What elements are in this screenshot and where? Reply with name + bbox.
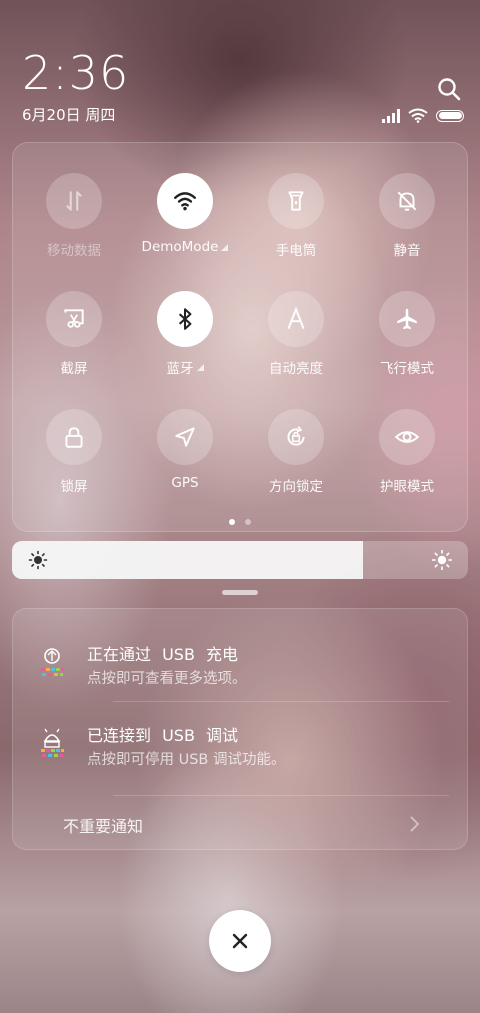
tile-label: 静音	[394, 239, 421, 259]
airplane-icon	[397, 308, 417, 330]
tile-label-text: 自动亮度	[269, 361, 323, 377]
page-dot-1[interactable]	[229, 519, 235, 525]
quick-settings-panel: 移动数据 DemoMode 手电筒 静音截屏 蓝牙 自动亮度 飞行模式锁屏 GPS 方向锁定 护眼…	[12, 142, 468, 532]
close-icon	[232, 933, 248, 949]
tile-button[interactable]	[46, 173, 102, 229]
tile-label-text: 飞行模式	[380, 361, 434, 377]
notification-title: 正在通过 USB 充电	[87, 645, 239, 664]
tile-label: 护眼模式	[380, 475, 434, 495]
auto-brightness-icon	[287, 306, 305, 330]
tile-button[interactable]	[379, 291, 435, 347]
android-debug-icon	[41, 728, 64, 757]
tile-label-text: 静音	[393, 243, 421, 259]
tile-label-text: 锁屏	[60, 479, 88, 495]
notification-title: 已连接到 USB 调试	[87, 726, 239, 745]
screenshot-icon	[64, 309, 84, 328]
clock[interactable]: 2:36	[22, 48, 129, 98]
tile-label: 手电筒	[276, 239, 317, 259]
drag-handle[interactable]	[222, 590, 258, 595]
tile-label-text: 截屏	[60, 361, 88, 377]
chevron-right-icon[interactable]	[407, 815, 421, 833]
tile-mobile-data[interactable]: 移动数据	[19, 173, 129, 273]
brightness-high-icon	[432, 550, 452, 570]
tile-label: 自动亮度	[269, 357, 323, 377]
tile-label-text: 移动数据	[47, 243, 101, 259]
lock-icon	[65, 427, 83, 448]
divider	[113, 701, 449, 702]
tile-button[interactable]	[268, 409, 324, 465]
tile-button[interactable]	[46, 409, 102, 465]
tile-button[interactable]	[46, 291, 102, 347]
brightness-slider[interactable]	[12, 541, 468, 579]
tile-label: 方向锁定	[269, 475, 323, 495]
tile-button[interactable]	[379, 173, 435, 229]
tile-wifi[interactable]: DemoMode	[130, 173, 240, 273]
notification-subtitle: 点按即可停用 USB 调试功能。	[87, 752, 286, 768]
tile-mute-bell[interactable]: 静音	[352, 173, 462, 273]
tile-label-text: 蓝牙	[166, 361, 194, 377]
tile-label: 锁屏	[61, 475, 88, 495]
unimportant-notifications-label[interactable]: 不重要通知	[63, 813, 143, 837]
tile-label-text: 手电筒	[275, 243, 317, 259]
tile-button[interactable]	[268, 173, 324, 229]
tile-label: GPS	[171, 475, 198, 491]
tile-label: 移动数据	[47, 239, 101, 259]
wifi-icon	[174, 192, 196, 211]
tile-airplane[interactable]: 飞行模式	[352, 291, 462, 391]
tile-label: 飞行模式	[380, 357, 434, 377]
tile-gps[interactable]: GPS	[130, 409, 240, 509]
tile-bluetooth[interactable]: 蓝牙	[130, 291, 240, 391]
wifi-status-icon	[408, 108, 428, 123]
tile-button[interactable]	[268, 291, 324, 347]
tile-button[interactable]	[157, 291, 213, 347]
clear-all-button[interactable]	[209, 910, 271, 972]
battery-icon	[436, 109, 464, 122]
tile-auto-brightness[interactable]: 自动亮度	[241, 291, 351, 391]
divider	[113, 795, 449, 796]
tile-label: 截屏	[61, 357, 88, 377]
status-header: 2:36 6月20日 周四	[22, 48, 129, 125]
tile-label: 蓝牙	[167, 357, 204, 377]
tile-eye[interactable]: 护眼模式	[352, 409, 462, 509]
page-dot-2[interactable]	[245, 519, 251, 525]
date[interactable]: 6月20日 周四	[22, 104, 129, 125]
tile-label-text: DemoMode	[141, 239, 219, 255]
notification-usb-debugging[interactable]: 已连接到 USB 调试 点按即可停用 USB 调试功能。	[13, 720, 467, 790]
rotation-lock-icon	[287, 426, 305, 446]
tile-screenshot[interactable]: 截屏	[19, 291, 129, 391]
bluetooth-icon	[178, 308, 192, 330]
android-system-icon	[41, 648, 64, 676]
notification-subtitle: 点按即可查看更多选项。	[87, 671, 247, 687]
gps-icon	[175, 427, 195, 447]
tile-flashlight[interactable]: 手电筒	[241, 173, 351, 273]
page-indicator	[13, 519, 467, 525]
notification-panel: 正在通过 USB 充电 点按即可查看更多选项。 已连接到 USB 调试 点按即可…	[12, 608, 468, 850]
search-icon[interactable]	[436, 76, 462, 102]
tile-label: DemoMode	[142, 239, 229, 255]
system-icons	[382, 108, 464, 123]
tile-label-text: 护眼模式	[380, 479, 434, 495]
signal-icon	[382, 108, 400, 123]
tile-button[interactable]	[157, 409, 213, 465]
tile-label-text: 方向锁定	[269, 479, 323, 495]
eye-icon	[394, 431, 420, 443]
brightness-fill	[12, 541, 364, 579]
expand-arrow-icon[interactable]	[196, 363, 204, 371]
notification-usb-charging[interactable]: 正在通过 USB 充电 点按即可查看更多选项。	[13, 639, 467, 709]
mute-bell-icon	[397, 191, 417, 211]
tile-lock[interactable]: 锁屏	[19, 409, 129, 509]
brightness-low-icon	[28, 550, 48, 570]
tile-rotation-lock[interactable]: 方向锁定	[241, 409, 351, 509]
flashlight-icon	[288, 191, 304, 211]
tile-button[interactable]	[157, 173, 213, 229]
expand-arrow-icon[interactable]	[221, 243, 229, 251]
tile-label-text: GPS	[171, 475, 199, 491]
tile-button[interactable]	[379, 409, 435, 465]
mobile-data-icon	[66, 191, 82, 211]
